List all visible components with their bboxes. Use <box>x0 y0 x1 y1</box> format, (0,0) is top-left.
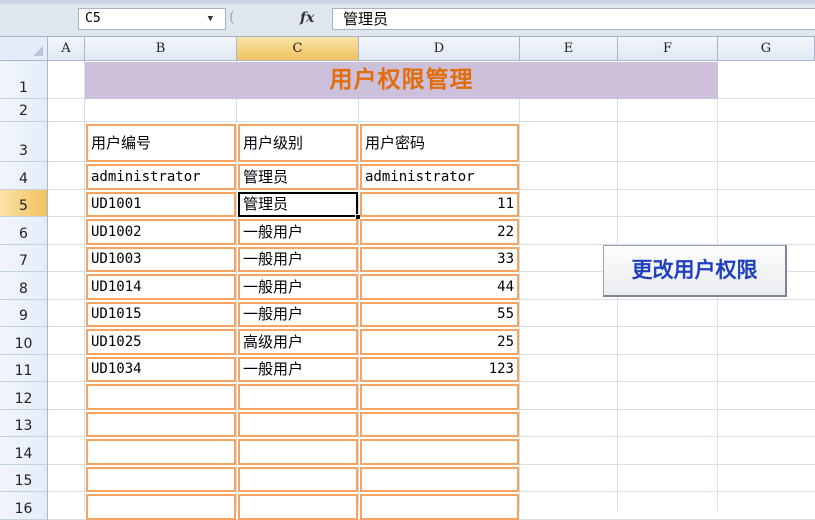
column-gridline <box>519 61 520 511</box>
row-header-13[interactable]: 13 <box>0 410 48 437</box>
row-header-5[interactable]: 5 <box>0 190 48 217</box>
formula-bar: C5 ▼ ( fx 管理员 <box>0 0 815 37</box>
row-header-6[interactable]: 6 <box>0 217 48 245</box>
row-gridline <box>48 121 815 122</box>
table-cell[interactable] <box>360 384 519 410</box>
table-cell[interactable] <box>238 384 358 410</box>
table-header-cell[interactable]: 用户级别 <box>238 124 358 162</box>
table-cell[interactable]: administrator <box>360 164 519 190</box>
table-cell[interactable] <box>238 467 358 492</box>
row-header-12[interactable]: 12 <box>0 382 48 410</box>
formula-input[interactable]: 管理员 <box>332 8 815 30</box>
table-cell[interactable]: UD1003 <box>86 247 236 272</box>
table-cell[interactable]: 一般用户 <box>238 357 358 382</box>
column-header-e[interactable]: E <box>520 37 618 61</box>
table-cell[interactable] <box>86 467 236 492</box>
formula-bar-top-edge <box>0 0 815 4</box>
name-box[interactable]: C5 ▼ <box>78 8 226 30</box>
select-all-corner[interactable] <box>0 37 48 61</box>
row-header-15[interactable]: 15 <box>0 465 48 492</box>
table-cell[interactable] <box>360 467 519 492</box>
table-cell[interactable]: 管理员 <box>238 192 358 217</box>
row-header-2[interactable]: 2 <box>0 99 48 122</box>
table-cell[interactable]: 管理员 <box>238 164 358 190</box>
column-header-f[interactable]: F <box>618 37 718 61</box>
sheet-title[interactable]: 用户权限管理 <box>85 62 718 99</box>
row-header-10[interactable]: 10 <box>0 327 48 355</box>
table-cell[interactable]: 一般用户 <box>238 274 358 300</box>
column-header-b[interactable]: B <box>85 37 237 61</box>
row-header-3[interactable]: 3 <box>0 122 48 162</box>
chevron-down-icon[interactable]: ▼ <box>208 9 213 29</box>
row-header-14[interactable]: 14 <box>0 437 48 465</box>
name-box-value: C5 <box>85 11 101 26</box>
table-cell[interactable] <box>86 439 236 465</box>
table-cell[interactable]: 11 <box>360 192 519 217</box>
table-cell[interactable] <box>86 494 236 520</box>
table-cell[interactable]: administrator <box>86 164 236 190</box>
change-permission-button[interactable]: 更改用户权限 <box>603 245 787 297</box>
table-cell[interactable]: 一般用户 <box>238 219 358 245</box>
row-header-7[interactable]: 7 <box>0 245 48 272</box>
table-cell[interactable] <box>360 494 519 520</box>
table-header-cell[interactable]: 用户编号 <box>86 124 236 162</box>
table-cell[interactable] <box>86 412 236 437</box>
worksheet-grid[interactable]: A B C D E F G 1 2 3 4 5 6 7 8 9 10 11 12 13 14 15 16 用户编号 用户级别 用户… <box>0 37 815 520</box>
table-cell[interactable]: UD1034 <box>86 357 236 382</box>
table-cell[interactable]: UD1001 <box>86 192 236 217</box>
table-cell[interactable]: UD1015 <box>86 302 236 327</box>
row-header-16[interactable]: 16 <box>0 492 48 520</box>
table-cell[interactable]: 123 <box>360 357 519 382</box>
table-cell[interactable] <box>360 439 519 465</box>
table-header-cell[interactable]: 用户密码 <box>360 124 519 162</box>
table-cell[interactable] <box>238 439 358 465</box>
table-cell[interactable]: 一般用户 <box>238 247 358 272</box>
column-header-g[interactable]: G <box>718 37 815 61</box>
table-cell[interactable]: 44 <box>360 274 519 300</box>
row-header-1[interactable]: 1 <box>0 61 48 99</box>
table-cell[interactable]: 22 <box>360 219 519 245</box>
column-header-a[interactable]: A <box>48 37 85 61</box>
row-header-11[interactable]: 11 <box>0 355 48 382</box>
table-cell[interactable]: 高级用户 <box>238 329 358 355</box>
table-cell[interactable]: UD1014 <box>86 274 236 300</box>
table-cell[interactable]: 一般用户 <box>238 302 358 327</box>
insert-function-icon[interactable]: fx <box>300 9 320 29</box>
row-header-9[interactable]: 9 <box>0 300 48 327</box>
row-header-8[interactable]: 8 <box>0 272 48 300</box>
table-cell[interactable] <box>86 384 236 410</box>
table-cell[interactable]: 25 <box>360 329 519 355</box>
table-cell[interactable]: UD1025 <box>86 329 236 355</box>
select-all-icon <box>33 46 43 56</box>
table-cell[interactable]: 33 <box>360 247 519 272</box>
column-header-d[interactable]: D <box>359 37 520 61</box>
column-header-c[interactable]: C <box>237 37 359 61</box>
formula-bar-grip-icon: ( <box>229 10 235 26</box>
table-cell[interactable]: 55 <box>360 302 519 327</box>
table-cell[interactable]: UD1002 <box>86 219 236 245</box>
column-gridline <box>236 61 237 511</box>
table-cell[interactable] <box>238 494 358 520</box>
formula-value: 管理员 <box>343 10 389 28</box>
column-gridline <box>84 61 85 511</box>
table-cell[interactable] <box>238 412 358 437</box>
table-cell[interactable] <box>360 412 519 437</box>
row-header-4[interactable]: 4 <box>0 162 48 190</box>
column-gridline <box>358 61 359 511</box>
